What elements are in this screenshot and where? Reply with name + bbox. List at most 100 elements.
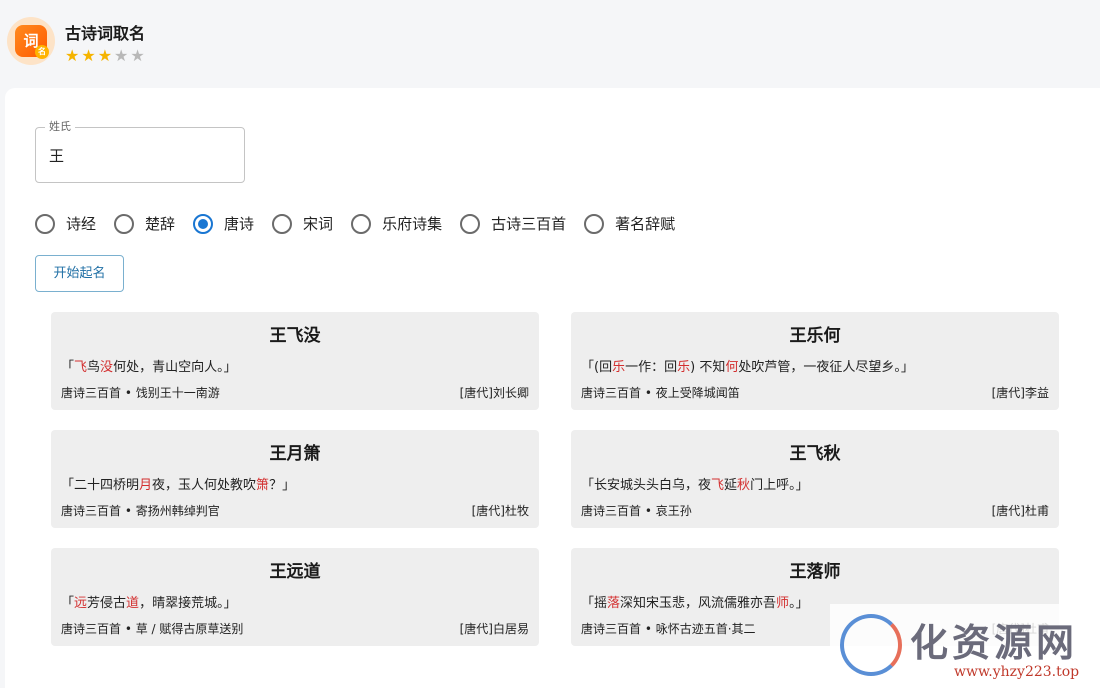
result-verse: 「飞鸟没何处，青山空向人。」 <box>61 356 237 375</box>
collection-radio-group: 诗经 楚辞 唐诗 宋词 乐府诗集 古诗三百首 著名辞赋 <box>35 213 693 234</box>
watermark-text: 化资源网 <box>910 620 1079 665</box>
radio-circle-icon[interactable] <box>35 213 55 234</box>
star-icon: ★ <box>114 46 129 65</box>
result-card[interactable]: 王飞秋「长安城头头白乌，夜飞延秋门上呼。」唐诗三百首 • 哀王孙 [唐代]杜甫 <box>571 430 1059 528</box>
radio-circle-icon[interactable] <box>193 213 214 234</box>
verse-text: ，晴翠接荒城。」 <box>139 596 237 611</box>
app-icon-badge: 名 <box>35 45 49 59</box>
result-source: 唐诗三百首 • 草 / 赋得古原草送别 <box>61 622 244 636</box>
radio-option-4[interactable]: 乐府诗集 <box>351 213 442 234</box>
verse-text: 鸟 <box>87 360 101 375</box>
radio-label: 宋词 <box>303 215 334 233</box>
main-panel: 姓氏 诗经楚辞唐诗宋词乐府诗集古诗三百首著名辞赋 开始起名 王飞没「飞鸟没何处，… <box>5 88 1100 688</box>
rating-stars: ★ ★ ★ ★ ★ <box>65 48 145 64</box>
verse-text: 「长安城头头白乌，夜 <box>581 478 712 493</box>
result-author: [唐代]白居易 <box>459 622 529 636</box>
verse-text: 「 <box>61 360 75 375</box>
result-card[interactable]: 王乐何 「(回乐一作：回乐) 不知何处吹芦管，一夜征人尽望乡。」 唐诗三百首 • 夜… <box>571 312 1059 410</box>
verse-text: 深知宋玉悲，风流儒雅亦吾 <box>620 596 777 611</box>
watermark-logo-icon <box>840 614 902 676</box>
radio-label: 古诗三百首 <box>491 215 567 233</box>
result-verse: 「长安城头头白乌，夜飞延秋门上呼。」 <box>581 474 809 493</box>
result-verse: 「(回乐一作：回乐) 不知何处吹芦管，一夜征人尽望乡。」 <box>581 356 914 375</box>
star-icon: ★ <box>81 46 96 65</box>
radio-label: 乐府诗集 <box>382 215 443 233</box>
star-icon: ★ <box>130 46 145 65</box>
verse-highlight: 箫 <box>256 478 270 493</box>
result-name: 王远道 <box>269 562 321 582</box>
app-icon: 词 名 <box>7 17 55 65</box>
radio-circle-icon[interactable] <box>272 213 293 234</box>
verse-highlight: 秋 <box>737 478 751 493</box>
result-name: 王乐何 <box>789 326 841 346</box>
verse-text: 延 <box>724 478 738 493</box>
verse-text: 一作：回 <box>625 360 678 375</box>
result-author: [唐代]杜牧 <box>471 504 529 518</box>
verse-text: 门上呼。」 <box>750 478 809 493</box>
result-source: 唐诗三百首 • 寄扬州韩绰判官 <box>61 504 220 518</box>
app-icon-glyph: 词 名 <box>15 25 49 59</box>
result-source: 唐诗三百首 • 饯别王十一南游 <box>61 386 220 400</box>
result-author: [唐代]李益 <box>991 386 1049 400</box>
star-icon: ★ <box>65 46 80 65</box>
result-name: 王飞没 <box>269 326 321 346</box>
result-name: 王落师 <box>789 562 841 582</box>
verse-text: ) 不知 <box>690 360 726 375</box>
verse-text: 何处，青山空向人。」 <box>113 360 237 375</box>
result-name: 王飞秋 <box>789 444 841 464</box>
verse-text: ？」 <box>269 478 296 493</box>
result-card[interactable]: 王飞没「飞鸟没何处，青山空向人。」唐诗三百首 • 饯别王十一南游 [唐代]刘长卿 <box>51 312 539 410</box>
verse-highlight: 远 <box>74 596 88 611</box>
result-card[interactable]: 王月箫「二十四桥明月夜，玉人何处教吹箫？」唐诗三百首 • 寄扬州韩绰判官 [唐代]… <box>51 430 539 528</box>
verse-highlight: 飞 <box>74 360 88 375</box>
verse-text: 「摇 <box>581 596 608 611</box>
star-icon: ★ <box>97 46 113 65</box>
radio-circle-icon[interactable] <box>114 213 135 234</box>
radio-option-6[interactable]: 著名辞赋 <box>584 213 675 234</box>
radio-circle-icon[interactable] <box>351 213 372 234</box>
verse-text: 芳侵古 <box>87 596 127 611</box>
result-name: 王月箫 <box>269 444 321 464</box>
radio-option-1[interactable]: 楚辞 <box>114 213 175 234</box>
verse-text: 「(回 <box>581 360 613 375</box>
verse-text: 处吹芦管，一夜征人尽望乡。」 <box>738 360 914 375</box>
verse-highlight: 乐 <box>612 360 626 375</box>
result-source: 唐诗三百首 • 咏怀古迹五首·其二 <box>581 622 756 636</box>
radio-option-5[interactable]: 古诗三百首 <box>460 213 566 234</box>
watermark: 化资源网 www.yhzy223.top <box>830 604 1100 688</box>
result-author: [唐代]杜甫 <box>991 504 1049 518</box>
verse-highlight: 没 <box>100 360 114 375</box>
radio-option-3[interactable]: 宋词 <box>272 213 333 234</box>
radio-circle-icon[interactable] <box>460 213 481 234</box>
verse-highlight: 落 <box>607 596 621 611</box>
radio-label: 唐诗 <box>224 215 255 233</box>
surname-input[interactable] <box>49 142 229 168</box>
radio-circle-icon[interactable] <box>584 213 605 234</box>
verse-highlight: 何 <box>725 360 739 375</box>
verse-highlight: 月 <box>139 478 153 493</box>
radio-option-0[interactable]: 诗经 <box>35 213 96 234</box>
result-verse: 「摇落深知宋玉悲，风流儒雅亦吾师。」 <box>581 592 809 611</box>
surname-field[interactable]: 姓氏 <box>35 120 245 183</box>
verse-text: 夜，玉人何处教吹 <box>152 478 257 493</box>
radio-option-2[interactable]: 唐诗 <box>193 213 254 234</box>
result-verse: 「二十四桥明月夜，玉人何处教吹箫？」 <box>61 474 295 493</box>
result-source: 唐诗三百首 • 夜上受降城闻笛 <box>581 386 740 400</box>
radio-label: 楚辞 <box>145 215 176 233</box>
app-header: 词 名 古诗词取名 ★ ★ ★ ★ ★ <box>0 0 1100 88</box>
result-card[interactable]: 王远道「远芳侵古道，晴翠接荒城。」唐诗三百首 • 草 / 赋得古原草送别 [唐代]… <box>51 548 539 646</box>
start-naming-button[interactable]: 开始起名 <box>35 255 124 292</box>
radio-label: 诗经 <box>66 215 97 233</box>
verse-highlight: 乐 <box>677 360 691 375</box>
result-source: 唐诗三百首 • 哀王孙 <box>581 504 692 518</box>
verse-highlight: 道 <box>126 596 140 611</box>
verse-text: 「 <box>61 596 75 611</box>
verse-text: 「二十四桥明 <box>61 478 140 493</box>
radio-label: 著名辞赋 <box>615 215 676 233</box>
verse-highlight: 师 <box>776 596 790 611</box>
result-verse: 「远芳侵古道，晴翠接荒城。」 <box>61 592 237 611</box>
app-title: 古诗词取名 <box>65 24 146 43</box>
watermark-url: www.yhzy223.top <box>954 664 1080 680</box>
result-author: [唐代]刘长卿 <box>459 386 529 400</box>
verse-highlight: 飞 <box>711 478 725 493</box>
